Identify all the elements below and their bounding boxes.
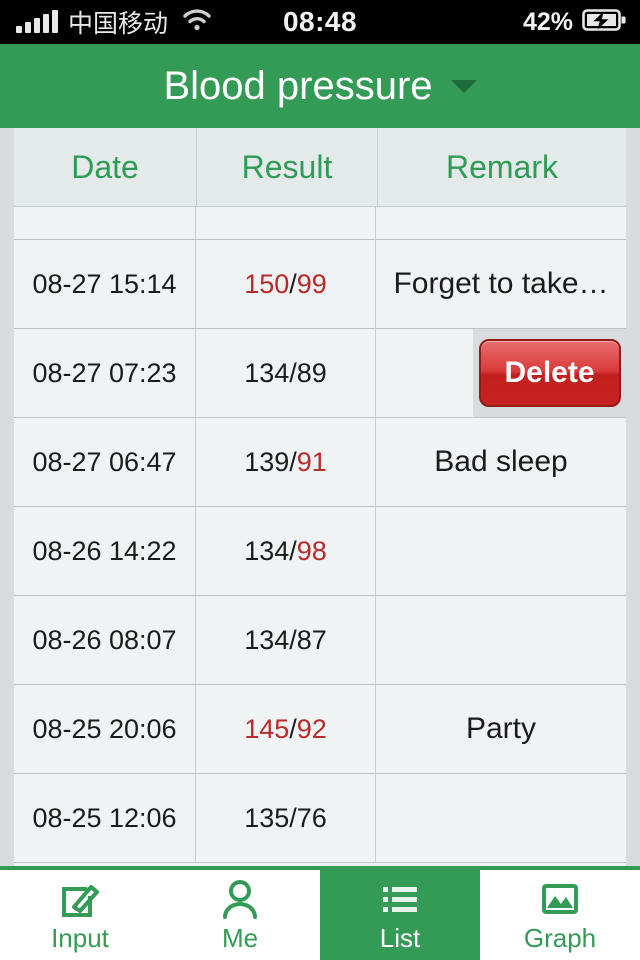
value-separator: / <box>289 268 297 299</box>
systolic-value: 134 <box>244 357 290 388</box>
diastolic-value: 89 <box>296 357 327 388</box>
value-separator: / <box>289 624 297 655</box>
diastolic-value: 76 <box>296 802 327 833</box>
tab-label: Me <box>221 922 259 953</box>
value-separator: / <box>289 446 297 477</box>
tab-input[interactable]: Input <box>0 870 160 960</box>
cell-date: 08-25 12:06 <box>14 774 196 862</box>
cell-result: 150/99 <box>196 240 376 328</box>
table-body: 08-27 15:14 150/99 Forget to take… 08-27 07… <box>14 207 626 863</box>
bottom-tab-bar: Input Me List Graph <box>0 866 640 960</box>
cell-remark: Bad sleep <box>434 445 568 478</box>
tab-label: Input <box>51 922 109 953</box>
delete-button[interactable]: Delete <box>478 339 621 407</box>
diastolic-value: 91 <box>296 446 327 477</box>
battery-percent-label: 42% <box>522 7 573 36</box>
page-title: Blood pressure <box>163 63 433 108</box>
cell-result: 135/76 <box>196 774 376 862</box>
records-table[interactable]: Date Result Remark 08-27 15:14 150/99 Forg… <box>14 128 626 866</box>
value-separator: / <box>289 535 297 566</box>
person-icon <box>218 877 262 921</box>
table-cell <box>376 207 626 239</box>
table-cell <box>14 207 196 239</box>
swipe-action-pane: Delete <box>473 329 626 417</box>
chevron-down-icon[interactable] <box>450 79 477 93</box>
cell-remark <box>376 507 626 595</box>
systolic-value: 135 <box>244 802 290 833</box>
table-header-row: Date Result Remark <box>14 128 626 207</box>
image-chart-icon <box>538 877 582 921</box>
systolic-value: 139 <box>244 446 290 477</box>
cell-result: 134/98 <box>196 507 376 595</box>
table-row[interactable]: 08-25 12:06 135/76 <box>14 774 626 863</box>
cell-result: 134/87 <box>196 596 376 684</box>
cell-date: 08-27 15:14 <box>14 240 196 328</box>
phone-screen: 中国移动 08:48 42% Blood pressure Date Resul… <box>0 0 640 960</box>
systolic-value: 145 <box>244 713 290 744</box>
table-row[interactable]: 08-27 15:14 150/99 Forget to take… <box>14 240 626 329</box>
diastolic-value: 87 <box>296 624 327 655</box>
table-row[interactable]: 08-27 07:23 134/89 Delete <box>14 329 626 418</box>
status-bar-right: 42% <box>523 8 626 37</box>
table-row[interactable]: 08-26 08:07 134/87 <box>14 596 626 685</box>
table-row[interactable]: 08-25 20:06 145/92 Party <box>14 685 626 774</box>
cell-date: 08-27 07:23 <box>14 329 196 417</box>
diastolic-value: 92 <box>296 713 327 744</box>
nav-bar: Blood pressure <box>0 44 640 128</box>
column-header-remark[interactable]: Remark <box>378 128 626 206</box>
cell-date: 08-26 14:22 <box>14 507 196 595</box>
edit-square-icon <box>58 877 102 921</box>
tab-graph[interactable]: Graph <box>480 870 640 960</box>
cell-date: 08-27 06:47 <box>14 418 196 506</box>
value-separator: / <box>289 802 297 833</box>
column-header-result[interactable]: Result <box>197 128 378 206</box>
table-row[interactable]: 08-27 06:47 139/91 Bad sleep <box>14 418 626 507</box>
diastolic-value: 98 <box>296 535 327 566</box>
systolic-value: 134 <box>244 624 290 655</box>
cell-result: 134/89 <box>196 329 376 417</box>
cell-result: 139/91 <box>196 418 376 506</box>
tab-me[interactable]: Me <box>160 870 320 960</box>
column-header-date[interactable]: Date <box>14 128 197 206</box>
battery-charging-icon <box>582 8 626 37</box>
list-bullets-icon <box>378 877 422 921</box>
table-cell <box>196 207 376 239</box>
value-separator: / <box>289 357 297 388</box>
cell-date: 08-26 08:07 <box>14 596 196 684</box>
cell-remark: Forget to take… <box>393 267 609 300</box>
diastolic-value: 99 <box>296 268 327 299</box>
table-row[interactable]: 08-26 14:22 134/98 <box>14 507 626 596</box>
cell-remark <box>376 774 626 862</box>
value-separator: / <box>289 713 297 744</box>
table-row-partial <box>14 207 626 240</box>
tab-list[interactable]: List <box>320 870 480 960</box>
tab-label: List <box>379 922 421 953</box>
status-bar: 中国移动 08:48 42% <box>0 0 640 44</box>
cell-remark <box>376 596 626 684</box>
systolic-value: 150 <box>244 268 290 299</box>
systolic-value: 134 <box>244 535 290 566</box>
cell-remark: Party <box>465 712 537 745</box>
cell-result: 145/92 <box>196 685 376 773</box>
cell-date: 08-25 20:06 <box>14 685 196 773</box>
tab-label: Graph <box>523 922 597 953</box>
